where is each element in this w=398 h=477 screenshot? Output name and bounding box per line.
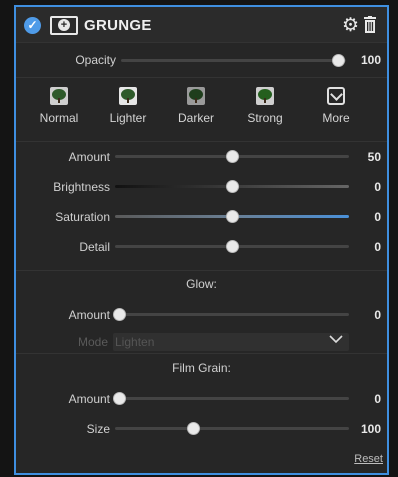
reset-link[interactable]: Reset (354, 453, 383, 465)
preset-more[interactable]: More (305, 87, 367, 125)
plus-circle-icon: + (58, 19, 70, 31)
film-grain-section-title: Film Grain: (172, 361, 231, 375)
saturation-row: Saturation 0 (16, 203, 387, 229)
preset-label: Darker (177, 111, 214, 125)
amount-label: Amount (68, 150, 110, 164)
preset-label: More (322, 111, 350, 125)
film-grain-size-row: Size 100 (16, 415, 387, 441)
glow-section-title: Glow: (186, 277, 217, 291)
glow-mode-label: Mode (77, 335, 108, 349)
preset-strip: Normal Lighter Darker Strong More (16, 79, 387, 139)
panel-header: ✓ + GRUNGE ⚙ (16, 7, 387, 43)
film-grain-amount-slider-thumb[interactable] (113, 392, 126, 405)
brightness-label: Brightness (53, 180, 110, 194)
tree-thumbnail-icon (50, 87, 68, 105)
film-grain-size-slider[interactable] (115, 422, 349, 435)
glow-amount-slider-thumb[interactable] (113, 308, 126, 321)
brightness-value: 0 (374, 180, 381, 194)
saturation-value: 0 (374, 210, 381, 224)
divider (16, 141, 387, 142)
detail-value: 0 (374, 240, 381, 254)
brightness-slider-thumb[interactable] (226, 180, 239, 193)
detail-row: Detail 0 (16, 233, 387, 259)
detail-slider[interactable] (115, 240, 349, 253)
preset-label: Strong (247, 111, 283, 125)
detail-slider-thumb[interactable] (226, 240, 239, 253)
film-grain-amount-slider[interactable] (113, 392, 349, 405)
glow-amount-slider[interactable] (113, 308, 349, 321)
preset-lighter[interactable]: Lighter (97, 87, 159, 125)
chevron-down-icon (329, 335, 343, 344)
film-grain-size-slider-thumb[interactable] (187, 422, 200, 435)
film-grain-amount-label: Amount (68, 392, 110, 406)
film-grain-amount-row: Amount 0 (16, 385, 387, 411)
trash-icon[interactable] (363, 16, 377, 33)
brightness-slider[interactable] (115, 180, 349, 193)
gear-icon[interactable]: ⚙ (342, 14, 359, 37)
film-grain-amount-value: 0 (374, 392, 381, 406)
film-grain-size-label: Size (86, 422, 110, 436)
amount-slider[interactable] (115, 150, 349, 163)
amount-slider-thumb[interactable] (226, 150, 239, 163)
saturation-slider-thumb[interactable] (226, 210, 239, 223)
amount-row: Amount 50 (16, 143, 387, 169)
opacity-slider[interactable] (121, 54, 346, 67)
saturation-slider[interactable] (115, 210, 349, 223)
tree-thumbnail-icon (187, 87, 205, 105)
grunge-panel: ✓ + GRUNGE ⚙ Opacity 100 Normal Lighter … (14, 5, 389, 475)
preset-label: Normal (39, 111, 79, 125)
chevron-down-box-icon (327, 87, 345, 105)
glow-amount-value: 0 (374, 308, 381, 322)
add-layer-button[interactable]: + (50, 16, 78, 35)
glow-amount-label: Amount (68, 308, 110, 322)
opacity-slider-thumb[interactable] (332, 54, 345, 67)
glow-mode-value: Lighten (115, 335, 155, 349)
preset-strong[interactable]: Strong (234, 87, 296, 125)
glow-amount-row: Amount 0 (16, 301, 387, 327)
checkmark-circle-icon[interactable]: ✓ (24, 17, 41, 34)
preset-darker[interactable]: Darker (165, 87, 227, 125)
tree-thumbnail-icon (119, 87, 137, 105)
glow-mode-select[interactable]: Lighten (113, 333, 349, 351)
opacity-row: Opacity 100 (16, 47, 387, 73)
preset-normal[interactable]: Normal (28, 87, 90, 125)
detail-label: Detail (79, 240, 110, 254)
brightness-row: Brightness 0 (16, 173, 387, 199)
divider (16, 353, 387, 354)
opacity-label: Opacity (75, 53, 116, 67)
film-grain-size-value: 100 (360, 422, 381, 436)
divider (16, 77, 387, 78)
tree-thumbnail-icon (256, 87, 274, 105)
amount-value: 50 (367, 150, 381, 164)
panel-title: GRUNGE (84, 17, 152, 34)
saturation-label: Saturation (55, 210, 110, 224)
opacity-value: 100 (360, 53, 381, 67)
preset-label: Lighter (109, 111, 147, 125)
divider (16, 270, 387, 271)
